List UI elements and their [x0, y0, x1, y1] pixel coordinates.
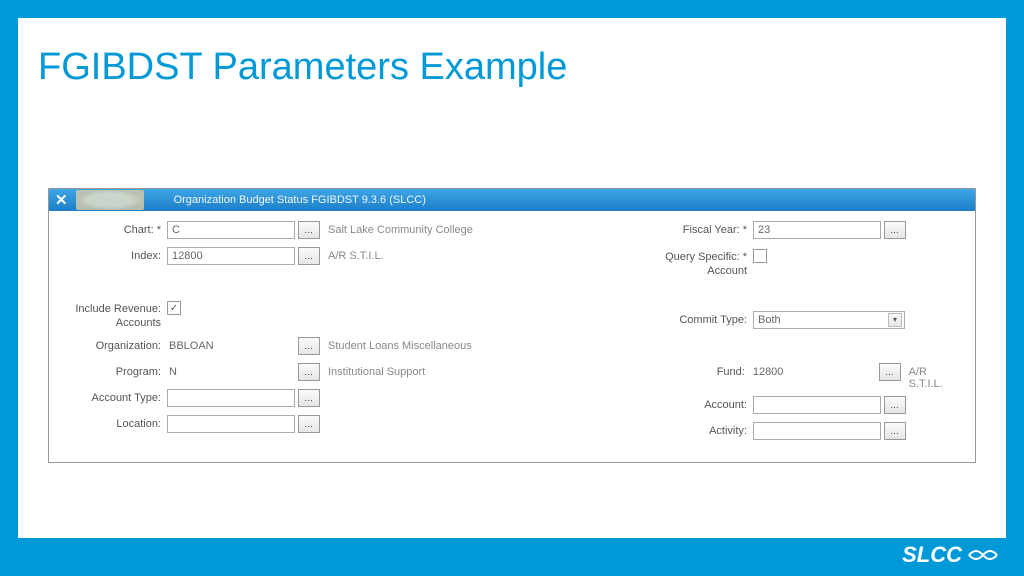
commit-type-select[interactable]: Both ▾: [753, 311, 905, 329]
account-input[interactable]: [753, 396, 881, 414]
chart-input[interactable]: [167, 221, 295, 239]
form-header: ✕ Organization Budget Status FGIBDST 9.3…: [49, 189, 975, 211]
slide-title: FGIBDST Parameters Example: [18, 18, 1006, 99]
column-left: Chart: * … Salt Lake Community College I…: [61, 221, 651, 448]
form-title: Organization Budget Status FGIBDST 9.3.6…: [174, 194, 426, 206]
program-value: N: [167, 363, 295, 378]
include-revenue-label: Include Revenue: Accounts: [61, 299, 167, 331]
account-type-input[interactable]: [167, 389, 295, 407]
program-label: Program:: [61, 363, 167, 379]
fiscal-year-lookup-button[interactable]: …: [884, 221, 906, 239]
query-specific-label: Query Specific: * Account: [651, 247, 753, 279]
location-input[interactable]: [167, 415, 295, 433]
account-lookup-button[interactable]: …: [884, 396, 906, 414]
program-desc: Institutional Support: [320, 363, 425, 378]
organization-lookup-button[interactable]: …: [298, 337, 320, 355]
account-type-label: Account Type:: [61, 389, 167, 405]
activity-label: Activity:: [651, 422, 753, 438]
query-specific-checkbox[interactable]: [753, 249, 767, 263]
organization-desc: Student Loans Miscellaneous: [320, 337, 472, 352]
fiscal-year-input[interactable]: [753, 221, 881, 239]
index-desc: A/R S.T.I.L.: [320, 247, 384, 262]
index-input[interactable]: [167, 247, 295, 265]
fund-lookup-button[interactable]: …: [879, 363, 901, 381]
fiscal-year-label: Fiscal Year: *: [651, 221, 753, 237]
program-lookup-button[interactable]: …: [298, 363, 320, 381]
chart-desc: Salt Lake Community College: [320, 221, 473, 236]
account-type-lookup-button[interactable]: …: [298, 389, 320, 407]
close-icon[interactable]: ✕: [49, 191, 76, 209]
location-lookup-button[interactable]: …: [298, 415, 320, 433]
chart-label: Chart: *: [61, 221, 167, 237]
organization-label: Organization:: [61, 337, 167, 353]
index-lookup-button[interactable]: …: [298, 247, 320, 265]
chevron-down-icon: ▾: [888, 313, 902, 327]
account-label: Account:: [651, 396, 753, 412]
commit-type-value: Both: [758, 314, 781, 326]
commit-type-label: Commit Type:: [651, 311, 753, 327]
organization-value: BBLOAN: [167, 337, 295, 352]
org-logo: [76, 190, 144, 210]
fund-desc: A/R S.T.I.L.: [901, 363, 963, 390]
form-panel: ✕ Organization Budget Status FGIBDST 9.3…: [48, 188, 976, 463]
include-revenue-checkbox[interactable]: ✓: [167, 301, 181, 315]
footer-brand: SLCC: [902, 542, 1000, 568]
column-right: Fiscal Year: * … Query Specific: * Accou…: [651, 221, 963, 448]
index-label: Index:: [61, 247, 167, 263]
chart-lookup-button[interactable]: …: [298, 221, 320, 239]
fund-label: Fund:: [651, 363, 751, 379]
activity-input[interactable]: [753, 422, 881, 440]
form-body: Chart: * … Salt Lake Community College I…: [49, 211, 975, 462]
fund-value: 12800: [751, 363, 876, 378]
activity-lookup-button[interactable]: …: [884, 422, 906, 440]
location-label: Location:: [61, 415, 167, 431]
slcc-logo-icon: [966, 544, 1000, 566]
